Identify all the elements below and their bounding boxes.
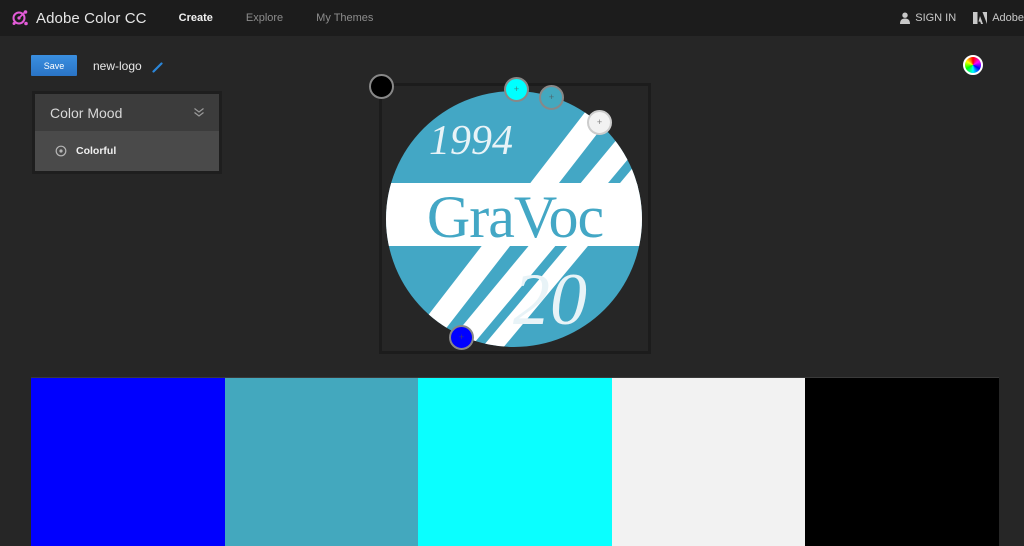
adobe-color-icon — [11, 9, 29, 27]
logo-year-bottom: 20 — [513, 259, 587, 341]
save-button[interactable]: Save — [31, 55, 77, 76]
app-name: Adobe Color CC — [36, 9, 147, 27]
logo-name: GraVoc — [427, 184, 603, 250]
plus-icon: + — [513, 84, 520, 94]
swatch-1[interactable] — [31, 378, 225, 546]
plus-icon: + — [458, 332, 465, 342]
theme-name[interactable]: new-logo — [93, 59, 142, 73]
user-icon — [900, 12, 911, 24]
pencil-icon[interactable] — [152, 60, 163, 78]
nav-create[interactable]: Create — [179, 12, 213, 24]
adobe-label: Adobe — [992, 12, 1024, 24]
color-mood-panel: Color Mood Colorful — [32, 91, 222, 174]
sign-in-link[interactable]: SIGN IN — [899, 12, 956, 24]
sign-in-label: SIGN IN — [915, 12, 957, 24]
plus-icon: + — [548, 92, 555, 102]
swatch-3[interactable] — [418, 378, 612, 546]
swatch-2[interactable] — [224, 378, 419, 546]
color-picker-teal[interactable]: + — [539, 85, 564, 110]
nav-my-themes[interactable]: My Themes — [316, 12, 373, 24]
color-picker-cyan[interactable]: + — [504, 77, 529, 102]
color-mood-title: Color Mood — [50, 104, 123, 121]
swatch-5[interactable] — [805, 378, 999, 546]
color-picker-blue[interactable]: + — [449, 325, 474, 350]
main-nav: Create Explore My Themes — [179, 12, 407, 24]
color-swatches — [31, 377, 999, 546]
swatch-4[interactable] — [611, 378, 806, 546]
adobe-link[interactable]: Adobe — [973, 12, 1024, 24]
radio-selected-icon — [55, 145, 67, 157]
account-area: SIGN IN Adobe — [899, 0, 1024, 36]
color-picker-black[interactable] — [369, 74, 394, 99]
brand[interactable]: Adobe Color CC — [11, 9, 147, 27]
color-picker-white[interactable]: + — [587, 110, 612, 135]
color-wheel-icon[interactable] — [963, 55, 983, 75]
double-chevron-down-icon[interactable] — [193, 107, 205, 118]
mood-option-label: Colorful — [76, 145, 117, 157]
top-bar: Adobe Color CC Create Explore My Themes … — [0, 0, 1024, 36]
color-mood-header[interactable]: Color Mood — [35, 94, 219, 131]
adobe-logo-icon — [973, 12, 988, 24]
nav-explore[interactable]: Explore — [246, 12, 283, 24]
mood-option-colorful[interactable]: Colorful — [55, 145, 116, 157]
color-mood-options: Colorful — [35, 131, 219, 171]
plus-icon: + — [596, 117, 603, 127]
logo-year-top: 1994 — [429, 118, 513, 164]
